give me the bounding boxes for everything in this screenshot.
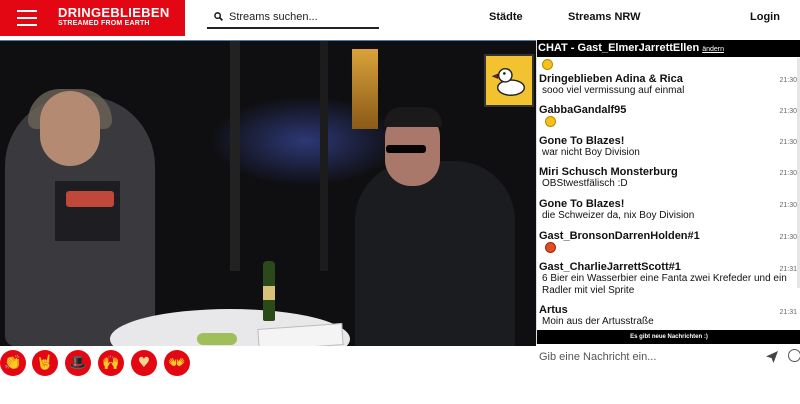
chat-message-author: Miri Schusch Monsterburg <box>539 166 678 178</box>
person-right-hair <box>384 107 442 127</box>
chat-message-time: 21:31 <box>779 309 797 316</box>
hat-icon[interactable]: 🎩 <box>65 350 91 376</box>
brand-subtitle: STREAMED FROM EARTH <box>58 20 150 27</box>
chat-message: Gone To Blazes! 21:30 war nicht Boy Divi… <box>539 135 799 159</box>
nav-streams-nrw[interactable]: Streams NRW <box>568 11 641 23</box>
reaction-bar: 👏 🤘 🎩 🙌 ♥ 👐 <box>0 348 536 380</box>
chat-message-time: 21:30 <box>779 202 797 209</box>
chat-message-emoji-row <box>539 116 799 131</box>
chat-message-emoji-row <box>539 242 799 257</box>
chat-message: Gone To Blazes! 21:30 die Schweizer da, … <box>539 198 799 222</box>
brand-title: DRINGEBLIEBEN <box>58 5 170 20</box>
chat-message-text: die Schweizer da, nix Boy Division <box>542 210 695 221</box>
chat-message-author: Gast_BronsonDarrenHolden#1 <box>539 230 700 242</box>
search-bar[interactable] <box>207 7 379 29</box>
chat-message: Miri Schusch Monsterburg 21:30 OBStwestf… <box>539 166 799 190</box>
glasses <box>386 145 426 153</box>
chat-message-author: GabbaGandalf95 <box>539 104 627 116</box>
chat-message: Gast_CharlieJarrettScott#1 21:31 6 Bier … <box>539 261 799 297</box>
change-name-link[interactable]: ändern <box>702 46 724 53</box>
video-player[interactable] <box>0 40 536 346</box>
chat-input-row <box>536 344 800 370</box>
emoji-icon <box>542 59 553 70</box>
background-poster <box>352 49 378 129</box>
chat-message-time: 21:31 <box>779 266 797 273</box>
chat-message-author: Gone To Blazes! <box>539 135 625 147</box>
background-pillar <box>320 41 328 271</box>
chat-message: Dringeblieben Adina & Rica 21:30 sooo vi… <box>539 73 799 97</box>
chat-message-author: Artus <box>539 304 568 316</box>
chat-message-text: war nicht Boy Division <box>542 147 640 158</box>
chat-message-text: 6 Bier ein Wasserbier eine Fanta zwei Kr… <box>542 273 787 296</box>
new-messages-notice[interactable]: Es gibt neue Nachrichten :) <box>537 330 800 344</box>
send-icon[interactable] <box>765 350 779 364</box>
chat-message: Gast_BronsonDarrenHolden#1 21:30 <box>539 230 799 257</box>
waving-hands-icon[interactable]: 👐 <box>164 350 190 376</box>
clapping-hands-icon[interactable]: 👏 <box>0 350 26 376</box>
chat-message-text: OBStwestfälisch :D <box>542 178 628 189</box>
channel-logo <box>484 54 534 107</box>
chat-header: CHAT - Gast_ElmerJarrettEllen ändern <box>537 40 800 57</box>
angry-emoji-icon <box>545 242 556 253</box>
heart-hands-icon[interactable]: ♥ <box>131 350 157 376</box>
chat-message: Artus 21:31 Moin aus der Artusstraße <box>539 304 799 328</box>
top-header: DRINGEBLIEBEN STREAMED FROM EARTH Städte… <box>0 0 800 40</box>
duck-logo-icon <box>492 67 526 96</box>
page: DRINGEBLIEBEN STREAMED FROM EARTH Städte… <box>0 0 800 404</box>
chat-message-text: Moin aus der Artusstraße <box>542 316 654 327</box>
chat-message-author: Gast_CharlieJarrettScott#1 <box>539 261 681 273</box>
chat-message-time: 21:30 <box>779 170 797 177</box>
hamburger-menu-icon[interactable] <box>17 10 37 26</box>
chat-message-time: 21:30 <box>779 234 797 241</box>
person-right <box>355 161 515 346</box>
nav-staedte[interactable]: Städte <box>489 11 523 23</box>
person-left-head <box>40 91 100 166</box>
brand-block[interactable]: DRINGEBLIEBEN STREAMED FROM EARTH <box>0 0 185 36</box>
background-pillar <box>230 41 240 271</box>
chat-messages[interactable]: Dringeblieben Adina & Rica 21:30 sooo vi… <box>537 57 800 330</box>
rock-hand-icon[interactable]: 🤘 <box>32 350 58 376</box>
chat-panel: CHAT - Gast_ElmerJarrettEllen ändern Drin… <box>536 40 800 344</box>
laughing-emoji-icon <box>545 116 556 127</box>
emoji-picker-icon[interactable] <box>788 349 800 362</box>
chat-message-text: sooo viel vermissung auf einmal <box>542 85 685 96</box>
bottle-label <box>263 286 275 300</box>
nav-login[interactable]: Login <box>750 11 780 23</box>
raised-hands-icon[interactable]: 🙌 <box>98 350 124 376</box>
chat-message-author: Dringeblieben Adina & Rica <box>539 73 683 85</box>
search-input[interactable] <box>229 9 377 25</box>
chat-message-time: 21:30 <box>779 139 797 146</box>
search-icon <box>214 12 223 21</box>
chat-title: CHAT - Gast_ElmerJarrettEllen <box>538 42 700 54</box>
chat-message-input[interactable] <box>539 347 759 367</box>
person-left-shirt <box>55 181 120 241</box>
grapes <box>197 333 237 345</box>
chat-message-author: Gone To Blazes! <box>539 198 625 210</box>
chat-message-time: 21:30 <box>779 77 797 84</box>
chat-message: GabbaGandalf95 21:30 <box>539 104 799 131</box>
chat-message-time: 21:30 <box>779 108 797 115</box>
shirt-print <box>66 191 114 207</box>
